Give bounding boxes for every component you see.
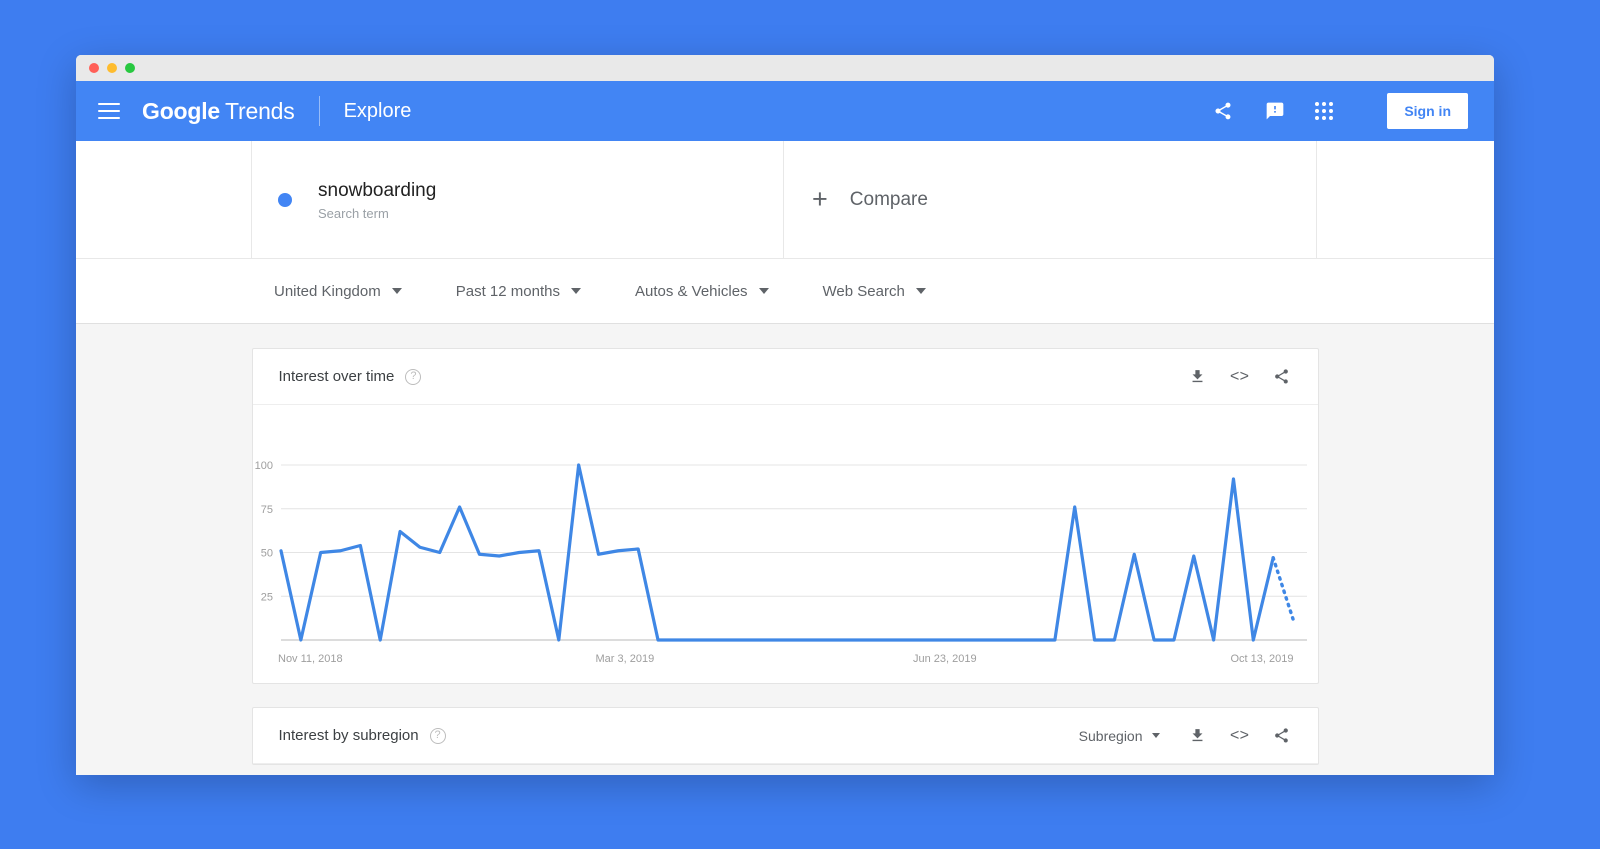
share-icon[interactable] <box>1272 367 1292 387</box>
help-icon[interactable]: ? <box>429 727 446 744</box>
filter-timerange-label: Past 12 months <box>455 282 560 300</box>
filter-searchtype-label: Web Search <box>822 282 905 300</box>
subregion-dropdown-label: Subregion <box>1078 727 1143 744</box>
svg-text:50: 50 <box>260 548 272 560</box>
window-titlebar <box>76 55 1494 81</box>
interest-over-time-header: Interest over time ? <> <box>252 349 1318 405</box>
subregion-dropdown[interactable]: Subregion <box>1079 728 1160 744</box>
appbar-divider <box>318 96 320 126</box>
chevron-down-icon <box>1151 733 1160 738</box>
filter-category-label: Autos & Vehicles <box>634 282 748 300</box>
search-term-label: snowboarding <box>318 179 437 201</box>
chevron-down-icon <box>391 288 402 294</box>
interest-over-time-chart: 25 50 75 100 Nov 11, 2018 Mar 3, 2019 Jun 23,… <box>253 405 1318 683</box>
term-row-right-pad <box>1317 141 1494 258</box>
svg-text:Nov 11, 2018: Nov 11, 2018 <box>278 653 343 665</box>
logo-trends-text: Trends <box>225 97 295 124</box>
download-icon[interactable] <box>1188 367 1208 387</box>
filter-row: United Kingdom Past 12 months Autos & Ve… <box>76 259 1494 324</box>
search-term-type: Search term <box>318 206 389 222</box>
window-close-button[interactable] <box>89 63 99 73</box>
compare-button[interactable]: + Compare <box>784 141 1317 258</box>
logo-google-text: Google <box>142 97 221 124</box>
chart-ytick-labels: 25 50 75 100 <box>254 460 272 603</box>
chart-xtick-labels: Nov 11, 2018 Mar 3, 2019 Jun 23, 2019 Oct 1… <box>278 653 1293 665</box>
filter-location-label: United Kingdom <box>274 282 381 300</box>
content-area: Interest over time ? <> 25 50 75 100 Nov 1 <box>76 324 1494 775</box>
svg-text:100: 100 <box>254 460 272 472</box>
filter-searchtype[interactable]: Web Search <box>823 283 926 300</box>
explore-title: Explore <box>343 99 412 122</box>
term-row-left-pad <box>76 141 252 258</box>
download-icon[interactable] <box>1188 726 1208 746</box>
sign-in-button[interactable]: Sign in <box>1387 93 1468 129</box>
chevron-down-icon <box>570 288 581 294</box>
apps-grid-icon[interactable] <box>1315 102 1334 120</box>
chevron-down-icon <box>915 288 926 294</box>
interest-over-time-card: Interest over time ? <> 25 50 75 100 Nov 1 <box>251 348 1319 684</box>
filter-location[interactable]: United Kingdom <box>274 283 402 300</box>
svg-text:75: 75 <box>260 504 272 516</box>
svg-text:Mar 3, 2019: Mar 3, 2019 <box>595 653 654 665</box>
trends-line-chart[interactable]: 25 50 75 100 Nov 11, 2018 Mar 3, 2019 Jun 23,… <box>253 405 1318 683</box>
interest-by-subregion-actions: Subregion <> <box>1079 726 1292 746</box>
chevron-down-icon <box>758 288 769 294</box>
window-maximize-button[interactable] <box>125 63 135 73</box>
appbar-actions: Sign in <box>1211 93 1468 129</box>
svg-text:Oct 13, 2019: Oct 13, 2019 <box>1230 653 1293 665</box>
share-icon[interactable] <box>1272 726 1292 746</box>
embed-code-icon[interactable]: <> <box>1230 726 1250 746</box>
window-minimize-button[interactable] <box>107 63 117 73</box>
series-color-dot <box>278 192 292 207</box>
interest-by-subregion-title: Interest by subregion <box>278 727 419 744</box>
search-term-row: snowboarding Search term + Compare <box>76 141 1494 259</box>
interest-by-subregion-card: Interest by subregion ? Subregion <> <box>251 707 1319 765</box>
svg-text:Jun 23, 2019: Jun 23, 2019 <box>912 653 976 665</box>
compare-label: Compare <box>849 188 928 210</box>
series-partial-segment <box>1270 556 1295 621</box>
interest-over-time-title: Interest over time <box>278 368 395 385</box>
app-bar: Google Trends Explore Sign in <box>76 81 1494 141</box>
filter-timerange[interactable]: Past 12 months <box>456 283 581 300</box>
svg-text:25: 25 <box>260 591 272 603</box>
share-icon[interactable] <box>1211 99 1235 123</box>
search-term-texts: snowboarding Search term <box>318 178 436 222</box>
interest-over-time-actions: <> <box>1188 367 1292 387</box>
filter-category[interactable]: Autos & Vehicles <box>635 283 769 300</box>
google-trends-logo[interactable]: Google Trends <box>142 98 295 125</box>
help-icon[interactable]: ? <box>405 368 422 385</box>
hamburger-menu-icon[interactable] <box>98 103 120 119</box>
search-term-card[interactable]: snowboarding Search term <box>252 141 784 258</box>
browser-window: Google Trends Explore Sign in snowboardin… <box>76 55 1494 775</box>
interest-by-subregion-header: Interest by subregion ? Subregion <> <box>252 708 1318 764</box>
feedback-icon[interactable] <box>1263 99 1287 123</box>
plus-icon: + <box>812 184 828 214</box>
embed-code-icon[interactable]: <> <box>1230 367 1250 387</box>
